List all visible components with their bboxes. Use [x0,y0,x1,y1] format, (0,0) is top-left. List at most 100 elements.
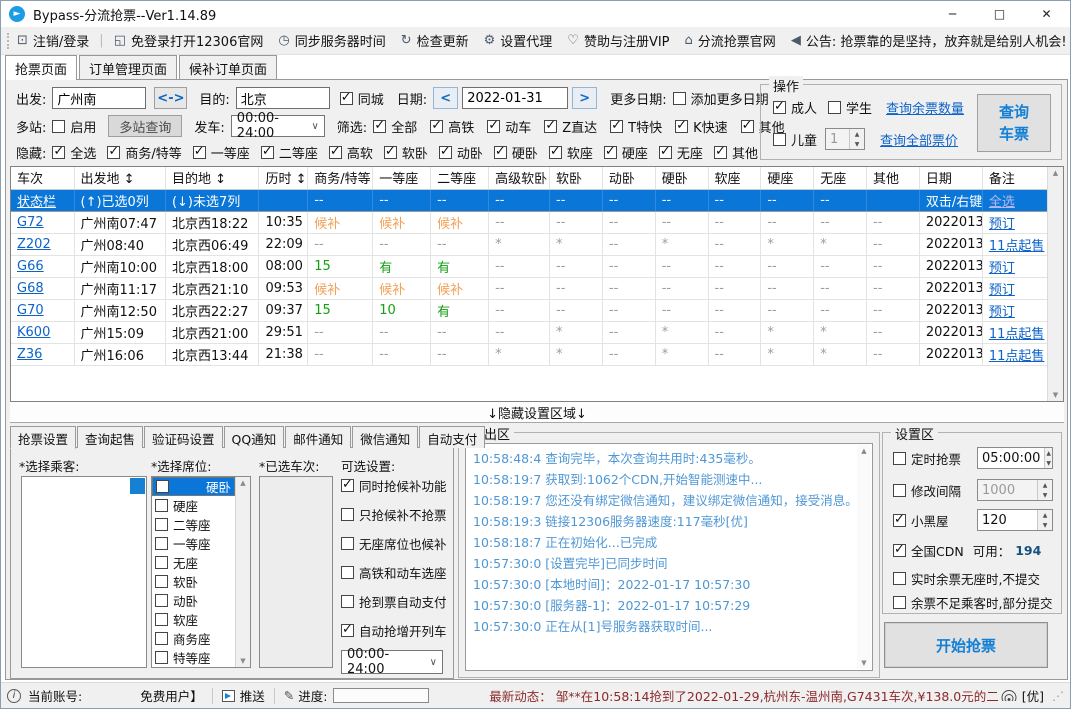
filter-option-2[interactable]: 动车 [487,117,531,136]
grab-tab-5[interactable]: 微信通知 [352,426,419,448]
filter-option-4[interactable]: T特快 [610,117,662,136]
same-city-checkbox[interactable]: 同城 [339,89,384,108]
table-scrollbar[interactable]: ▲ ▼ [1047,167,1063,401]
seat-option-3[interactable]: 一等座 [152,534,235,553]
column-header[interactable]: 一等座 [372,167,432,190]
checkbox-icon[interactable] [438,144,452,159]
depart-input[interactable] [52,87,147,109]
column-header[interactable]: 日期 [919,167,983,190]
hide-option-5[interactable]: 软卧 [383,143,428,162]
column-header[interactable]: 无座 [813,167,868,190]
scroll-down-icon[interactable]: ▼ [861,659,866,667]
spin-up-icon[interactable]: ▲ [1038,510,1052,520]
grab-tab-1[interactable]: 查询起售 [77,426,144,448]
remark-link[interactable]: 预订 [989,217,1015,232]
hide-option-7[interactable]: 硬卧 [493,143,538,162]
checkbox-icon[interactable] [828,101,842,114]
checkbox-icon[interactable] [487,118,501,133]
grab-tab-2[interactable]: 验证码设置 [144,426,223,448]
column-header[interactable]: 硬卧 [655,167,709,190]
spin-up-icon[interactable]: ▲ [1038,480,1052,490]
remark-link[interactable]: 11点起售 [989,239,1045,254]
train-row[interactable]: G68 广州南11:17 北京西21:10 09:53 候补 候补 候补 -- -- -- -- --… [11,277,1049,300]
hide-option-1[interactable]: 商务/特等 [107,143,182,162]
cdn-checkbox[interactable] [893,542,906,557]
column-header[interactable]: 其他 [866,167,920,190]
seat-option-9[interactable]: 特等座 [152,648,235,667]
checkbox-icon[interactable] [155,632,168,645]
checkbox-icon[interactable] [155,651,168,664]
column-header[interactable]: 车次 [11,167,75,190]
checkbox-icon[interactable] [155,499,168,512]
scroll-down-icon[interactable]: ▼ [1053,391,1058,399]
dest-input[interactable] [235,87,330,109]
interval-checkbox[interactable] [893,484,906,497]
checkbox-icon[interactable] [155,575,168,588]
grab-option-1[interactable]: 只抢候补不抢票 [341,505,451,524]
grab-option-5[interactable]: 自动抢增开列车 [341,621,451,640]
toolbar-item-sync-server-time[interactable]: ◷ 同步服务器时间 [278,31,385,50]
output-scrollbar[interactable]: ▲ ▼ [857,445,871,669]
blackroom-checkbox[interactable] [893,512,906,527]
column-header[interactable]: 备注 [982,167,1049,190]
checkbox-icon[interactable] [155,556,168,569]
filter-option-5[interactable]: K快速 [675,117,728,136]
grab-tab-0[interactable]: 抢票设置 [10,426,77,449]
passenger-list-marker[interactable] [130,478,145,494]
train-link[interactable]: G72 [17,215,44,230]
status-row[interactable]: 状态栏 (↑)已选0列 (↓)未选7列 -- -- -- -- -- -- -- -- -- -- 双击/… [11,189,1049,212]
grab-option-0[interactable]: 同时抢候补功能 [341,476,451,495]
depart-time-select[interactable]: 00:00-24:00 ∨ [230,111,325,141]
checkbox-icon[interactable] [544,118,558,133]
checkbox-icon[interactable] [155,518,168,531]
spin-down-icon[interactable]: ▼ [1045,458,1052,468]
seat-option-6[interactable]: 动卧 [152,591,235,610]
checkbox-icon[interactable] [52,144,66,159]
status-link[interactable]: 状态栏 [17,195,56,210]
train-link[interactable]: G70 [17,303,44,318]
child-checkbox[interactable]: 儿童 [773,130,817,149]
toolbar-item-official-site[interactable]: ⌂ 分流抢票官网 [685,31,776,50]
scroll-up-icon[interactable]: ▲ [861,447,866,455]
checkbox-icon[interactable] [341,477,354,492]
grab-option-4[interactable]: 抢到票自动支付 [341,592,451,611]
seat-option-2[interactable]: 二等座 [152,515,235,534]
date-input[interactable] [462,87,569,109]
column-header[interactable]: 动卧 [602,167,656,190]
column-header[interactable]: 商务/特等 [307,167,374,190]
hide-option-11[interactable]: 其他 [713,143,758,162]
checkbox-icon[interactable] [713,144,727,159]
seat-option-8[interactable]: 商务座 [152,629,235,648]
close-button[interactable]: ✕ [1023,1,1070,27]
column-header[interactable]: 软座 [708,167,762,190]
toolbar-item-check-update[interactable]: ↻ 检查更新 [401,31,469,50]
enable-multi-checkbox[interactable]: 启用 [52,117,96,136]
checkbox-icon[interactable] [192,144,206,159]
remark-link[interactable]: 11点起售 [989,327,1045,342]
multi-query-button[interactable]: 多站查询 [108,115,183,137]
push-label[interactable]: 推送 [240,686,265,705]
checkbox-icon[interactable] [328,144,342,159]
add-more-dates-checkbox[interactable]: 添加更多日期 [672,89,769,108]
seat-list-scrollbar[interactable]: ▲ ▼ [235,477,250,667]
checkbox-icon[interactable] [341,537,354,550]
child-count-stepper[interactable]: 1 ▲ ▼ [825,128,866,150]
seat-option-5[interactable]: 软卧 [152,572,235,591]
checkbox-icon[interactable] [430,118,444,133]
checkbox-icon[interactable] [493,144,507,159]
maximize-button[interactable]: □ [976,1,1023,27]
filter-option-0[interactable]: 全部 [373,117,417,136]
query-price-link[interactable]: 查询全部票价 [880,130,958,149]
spin-up-icon[interactable]: ▲ [850,129,865,139]
checkbox-icon[interactable] [548,144,562,159]
date-next-button[interactable]: > [572,87,598,109]
adult-checkbox[interactable]: 成人 [773,98,817,117]
filter-option-1[interactable]: 高铁 [430,117,474,136]
main-tab-1[interactable]: 订单管理页面 [79,55,178,79]
output-log[interactable]: 10:58:48:4 查询完毕，本次查询共用时:435毫秒。 10:58:19:7… [465,443,873,671]
checkbox-icon[interactable] [52,119,66,133]
resize-grip[interactable]: ⋰ [1052,689,1064,703]
date-prev-button[interactable]: < [433,87,459,109]
toolbar-grip-handle[interactable] [7,32,9,49]
spin-down-icon[interactable]: ▼ [1038,520,1052,530]
